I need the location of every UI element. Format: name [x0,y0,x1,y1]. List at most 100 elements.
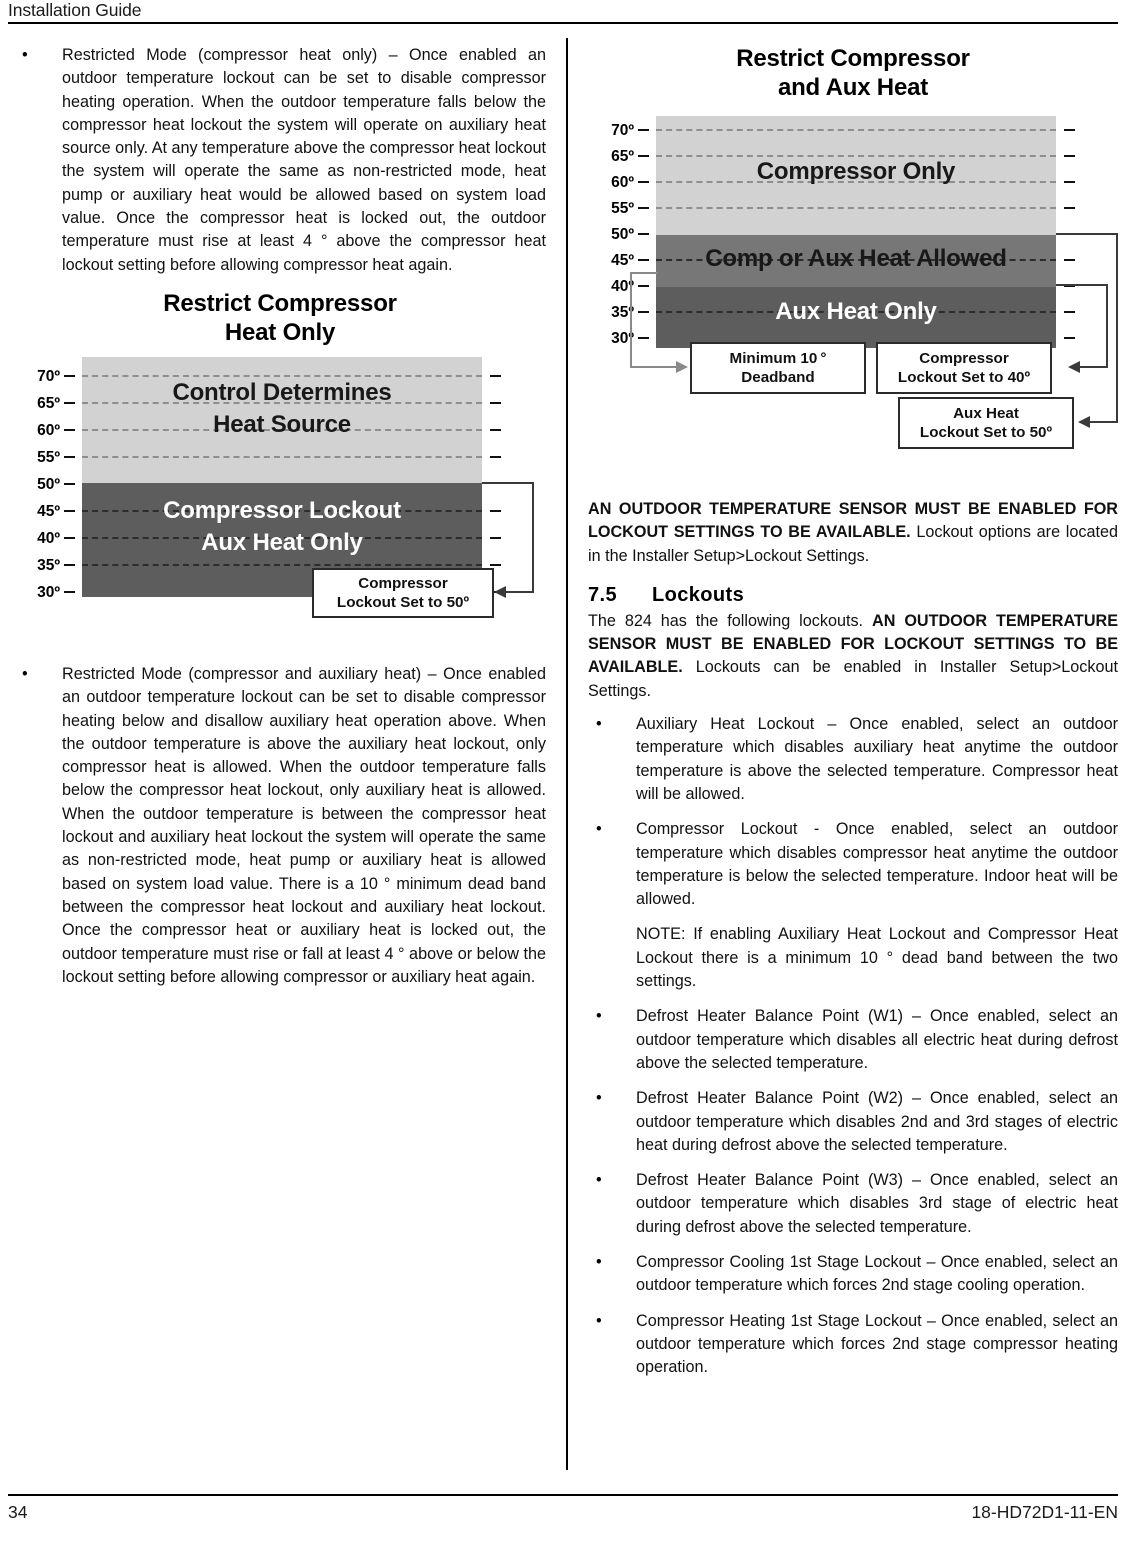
section-heading-lockouts: 7.5 Lockouts [588,584,1118,607]
callout-line-1: Compressor [358,574,448,592]
band-label-comp-or-aux-heat-allowed: Comp or Aux Heat Allowed [705,245,1007,272]
compressor-lockout-leader-to-arrow [1080,366,1108,368]
list-item-text: Compressor Cooling 1st Stage Lockout – O… [636,1253,1118,1295]
bullet-icon: • [596,1007,602,1026]
list-item-defrost-heater-balance-point-w1: • Defrost Heater Balance Point (W1) – On… [588,1005,1118,1075]
callout-arrow-icon [494,585,506,598]
callout-line-1: Minimum 10 ° [729,350,827,367]
aux-lockout-leader-to-arrow [1090,421,1118,423]
band-label-aux-heat-only: Aux Heat Only [775,298,937,325]
list-item-restricted-mode-compressor-heat-only: • Restricted Mode (compressor heat only)… [14,44,546,277]
intro-pre-text: The 824 has the following lockouts. [588,611,872,630]
compressor-lockout-leader-horizontal [1056,284,1108,286]
band-label-line-4: Aux Heat Only [201,528,363,556]
column-divider [566,38,568,1470]
note-minimum-deadband: NOTE: If enabling Auxiliary Heat Lockout… [588,923,1118,993]
list-item-text: Compressor Heating 1st Stage Lockout – O… [636,1311,1118,1377]
compressor-lockout-callout: Compressor Lockout Set to 40º [876,342,1052,394]
y-tick-label-40: 40º [37,529,60,547]
list-item-compressor-heating-1st-stage-lockout: • Compressor Heating 1st Stage Lockout –… [588,1310,1118,1380]
y-tick-label-35: 35º [37,556,60,574]
callout-line-2: Lockout Set to 50º [919,424,1053,441]
list-item-text: Restricted Mode (compressor heat only) –… [62,46,546,274]
right-tick-mark-60 [490,428,501,431]
callout-leader-vertical [532,481,534,593]
bullet-icon: • [22,664,28,683]
y-tick-mark-30 [64,590,75,593]
band-label-line-2: Heat Source [213,410,351,438]
y-tick-mark-45 [638,259,649,261]
chart-title-line-2: and Aux Heat [777,74,929,101]
page-header-title: Installation Guide [8,0,142,20]
gridline-35 [82,563,482,566]
deadband-bracket-vertical [630,272,632,368]
bullet-icon: • [596,1253,602,1272]
y-tick-label-60: 60º [37,421,60,439]
gridline-70 [656,129,1056,131]
callout-line-2: Lockout Set to 40º [897,369,1031,386]
y-axis: 70º 65º 60º 55º 50º 45º 40º 35º 30º [14,357,60,617]
compressor-lockout-callout: Compressor Lockout Set to 50º [312,567,494,618]
compressor-lockout-arrow-icon [1068,361,1080,373]
right-tick-mark-70 [1064,129,1075,131]
chart-title-line-1: Restrict Compressor [736,45,970,72]
right-tick-mark-30 [1064,337,1075,339]
bullet-icon: • [596,1089,602,1108]
y-tick-label-50: 50º [37,475,60,493]
list-item-text: Auxiliary Heat Lockout – Once enabled, s… [636,715,1118,803]
note-text: NOTE: If enabling Auxiliary Heat Lockout… [636,925,1118,991]
y-tick-mark-45 [64,509,75,512]
y-axis: 70º 65º 60º 55º 50º 45º 40º 35º 30º [588,116,634,346]
y-tick-mark-60 [638,181,649,183]
y-tick-mark-35 [64,563,75,566]
list-item-defrost-heater-balance-point-w3: • Defrost Heater Balance Point (W3) – On… [588,1169,1118,1239]
y-tick-mark-70 [638,129,649,131]
list-item-text: Defrost Heater Balance Point (W2) – Once… [636,1089,1118,1154]
aux-lockout-leader-vertical [1116,233,1118,423]
deadband-bracket-to-arrow [630,366,678,368]
lockouts-list: • Auxiliary Heat Lockout – Once enabled,… [588,713,1118,1379]
outdoor-sensor-note-paragraph: AN OUTDOOR TEMPERATURE SENSOR MUST BE EN… [588,498,1118,568]
footer-divider-rule [8,1494,1118,1496]
deadband-bracket-top [630,272,658,274]
page-number: 34 [8,1502,28,1522]
right-tick-mark-55 [490,455,501,458]
y-tick-label-55: 55º [37,448,60,466]
right-tick-mark-70 [490,374,501,377]
y-tick-label-70: 70º [37,367,60,385]
right-tick-mark-45 [490,509,501,512]
bullet-icon: • [596,1171,602,1190]
bullet-icon: • [596,715,602,734]
y-tick-label-70: 70º [611,122,634,139]
list-item-text: Defrost Heater Balance Point (W1) – Once… [636,1007,1118,1072]
right-tick-mark-65 [1064,155,1075,157]
y-tick-label-30: 30º [37,583,60,601]
y-tick-mark-40 [638,285,649,287]
gridline-55 [82,455,482,458]
right-tick-mark-65 [490,401,501,404]
chart-title-line-2: Heat Only [224,318,336,346]
y-tick-label-45: 45º [37,502,60,520]
right-tick-mark-40 [490,536,501,539]
y-tick-mark-35 [638,311,649,313]
callout-line-2: Deadband [741,369,815,386]
band-label-line-1: Control Determines [172,378,392,406]
band-label-line-3: Compressor Lockout [163,496,401,524]
y-tick-mark-55 [64,455,75,458]
chart-title-line-1: Restrict Compressor [163,289,397,317]
bullet-icon: • [596,1311,602,1330]
y-tick-mark-70 [64,374,75,377]
callout-line-2: Lockout Set to 50º [336,593,470,611]
right-column: Restrict Compressor and Aux Heat 70º 65º… [588,44,1118,1392]
bullet-icon: • [596,820,602,839]
chart-title: Restrict Compressor and Aux Heat [588,44,1118,102]
list-item-compressor-cooling-1st-stage-lockout: • Compressor Cooling 1st Stage Lockout –… [588,1251,1118,1298]
callout-leader-horizontal [482,481,534,484]
callout-leader-to-arrow [506,590,534,593]
gridline-55 [656,207,1056,209]
list-item-restricted-mode-compressor-and-aux-heat: • Restricted Mode (compressor and auxili… [14,663,546,989]
band-label-compressor-only: Compressor Only [756,158,956,185]
header-divider-rule [8,22,1118,24]
right-tick-mark-55 [1064,207,1075,209]
aux-lockout-arrow-icon [1078,416,1090,428]
